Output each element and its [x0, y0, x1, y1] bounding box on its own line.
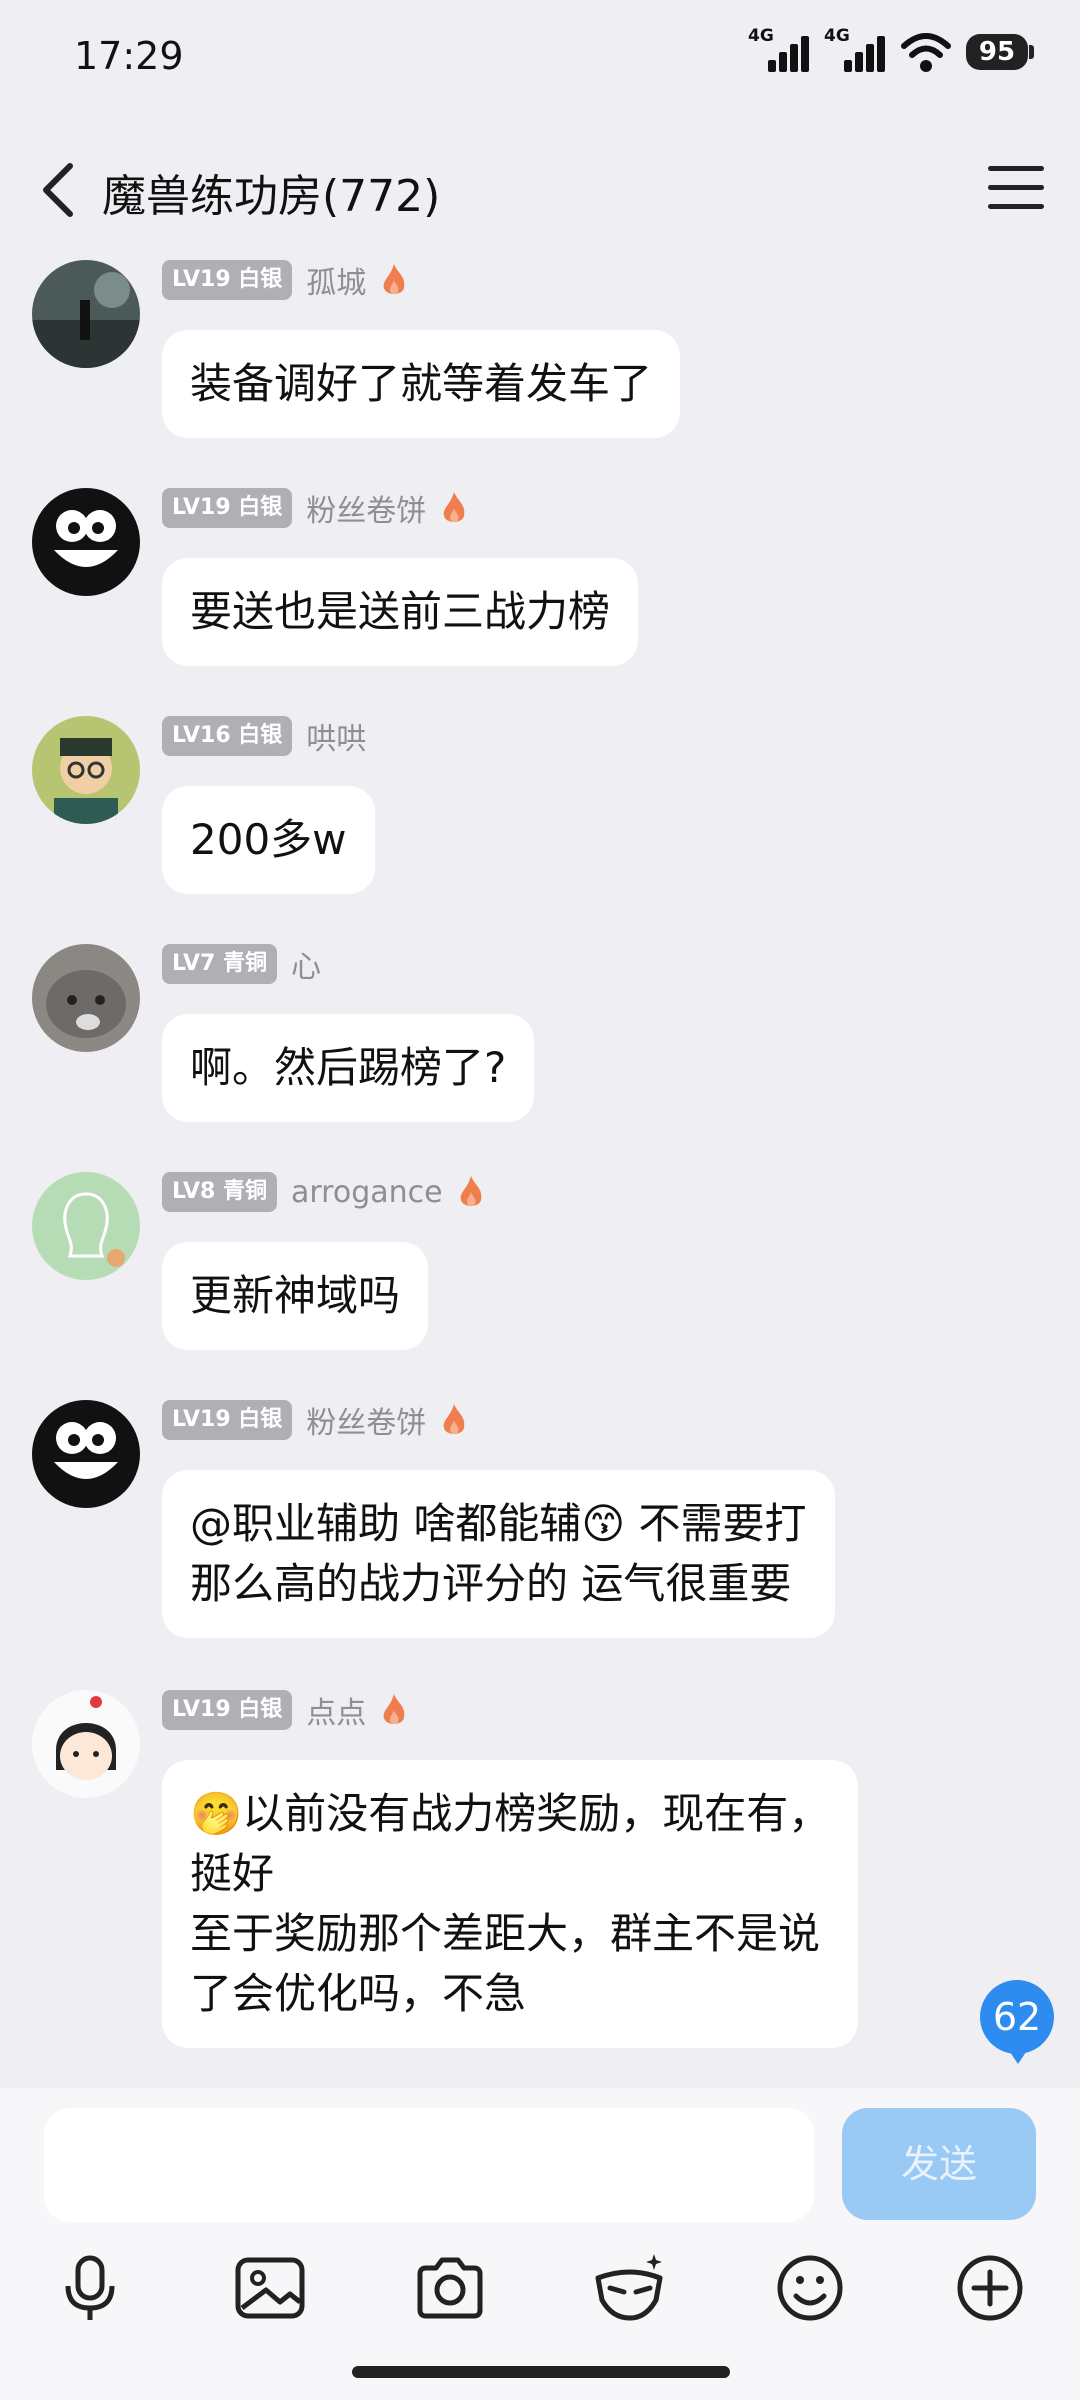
sender-name[interactable]: arrogance	[291, 1175, 443, 1210]
avatar[interactable]	[32, 944, 140, 1052]
sender-name[interactable]: 哄哄	[306, 714, 366, 758]
status-icons: 4G 4G 95	[748, 26, 1034, 76]
camera-icon[interactable]	[410, 2248, 490, 2328]
avatar[interactable]	[32, 1400, 140, 1508]
group-title[interactable]: 魔兽练功房(772)	[102, 160, 440, 224]
cellular-signal-icon: 4G	[748, 26, 810, 76]
network-type-label: 4G	[748, 26, 774, 46]
avatar[interactable]	[32, 1172, 140, 1280]
avatar[interactable]	[32, 488, 140, 596]
message-input[interactable]	[44, 2108, 814, 2222]
flame-icon	[460, 1176, 481, 1207]
level-badge: LV8 青铜	[162, 1172, 277, 1212]
message-bubble[interactable]: @职业辅助 啥都能辅😙 不需要打 那么高的战力评分的 运气很重要	[162, 1470, 835, 1638]
sender-meta: LV16 白银 哄哄	[162, 714, 366, 758]
flame-icon	[443, 492, 465, 523]
sender-meta: LV7 青铜 心	[162, 942, 321, 986]
avatar[interactable]	[32, 260, 140, 368]
microphone-icon[interactable]	[50, 2248, 130, 2328]
home-indicator[interactable]	[352, 2366, 730, 2378]
flame-icon	[383, 264, 405, 295]
sender-name[interactable]: 粉丝卷饼	[306, 486, 426, 530]
avatar[interactable]	[32, 1690, 140, 1798]
message-bubble[interactable]: 🤭以前没有战力榜奖励，现在有， 挺好 至于奖励那个差距大，群主不是说 了会优化吗…	[162, 1760, 859, 2048]
sender-meta: LV19 白银 孤城	[162, 258, 408, 302]
avatar[interactable]	[32, 716, 140, 824]
level-badge: LV19 白银	[162, 1400, 293, 1440]
message-bubble[interactable]: 200多w	[162, 786, 375, 894]
level-badge: LV19 白银	[162, 488, 293, 528]
status-bar: 17:29 4G 4G 95	[0, 0, 1080, 120]
menu-icon[interactable]	[988, 166, 1044, 214]
sender-name[interactable]: 粉丝卷饼	[306, 1398, 426, 1442]
input-toolbar	[0, 2248, 1080, 2358]
sender-meta: LV19 白银 粉丝卷饼	[162, 1398, 468, 1442]
status-time: 17:29	[74, 34, 184, 78]
message-bubble[interactable]: 装备调好了就等着发车了	[162, 330, 681, 438]
message-bubble[interactable]: 要送也是送前三战力榜	[162, 558, 639, 666]
unread-count-badge[interactable]: 62	[980, 1980, 1054, 2064]
chat-header: 魔兽练功房(772)	[0, 140, 1080, 240]
flame-icon	[383, 1694, 405, 1725]
sender-meta: LV19 白银 粉丝卷饼	[162, 486, 468, 530]
network-type-label-2: 4G	[824, 26, 850, 46]
level-badge: LV16 白银	[162, 716, 293, 756]
wifi-icon	[901, 33, 951, 72]
smiley-icon[interactable]	[770, 2248, 850, 2328]
sender-meta: LV19 白银 点点	[162, 1688, 408, 1732]
sender-name[interactable]: 心	[291, 942, 321, 986]
message-bubble[interactable]: 更新神域吗	[162, 1242, 429, 1350]
back-arrow-icon[interactable]	[34, 160, 84, 220]
sender-meta: LV8 青铜 arrogance	[162, 1172, 485, 1212]
flame-icon	[443, 1404, 465, 1435]
input-area: 发送	[0, 2088, 1080, 2400]
level-badge: LV7 青铜	[162, 944, 277, 984]
plus-icon[interactable]	[950, 2248, 1030, 2328]
level-badge: LV19 白银	[162, 260, 293, 300]
emoji-mask-icon[interactable]	[590, 2248, 670, 2328]
sender-name[interactable]: 孤城	[306, 258, 366, 302]
battery-indicator: 95	[966, 34, 1034, 70]
send-button[interactable]: 发送	[842, 2108, 1036, 2220]
image-icon[interactable]	[230, 2248, 310, 2328]
sender-name[interactable]: 点点	[306, 1688, 366, 1732]
cellular-signal-icon-2: 4G	[824, 26, 886, 76]
message-bubble[interactable]: 啊。然后踢榜了?	[162, 1014, 535, 1122]
level-badge: LV19 白银	[162, 1690, 293, 1730]
